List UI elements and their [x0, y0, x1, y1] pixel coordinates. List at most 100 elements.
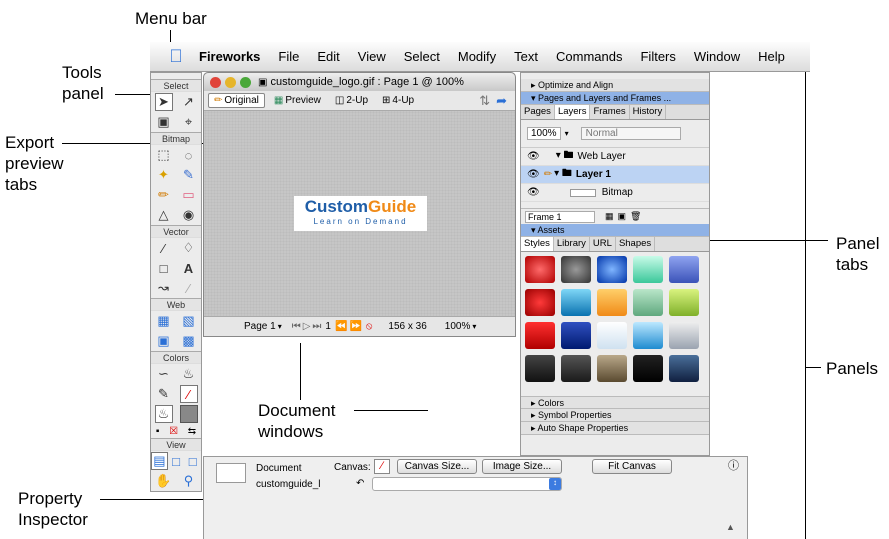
apple-icon[interactable]:  — [162, 46, 190, 67]
paint-bucket-icon[interactable]: ♨ — [180, 365, 198, 383]
style-swatch[interactable] — [525, 322, 555, 349]
close-button[interactable] — [210, 76, 221, 88]
expand-icon[interactable]: ▲ — [726, 522, 735, 532]
tab-pages[interactable]: Pages — [521, 105, 555, 119]
style-swatch[interactable] — [597, 289, 627, 316]
blend-mode-select[interactable]: Normal — [580, 127, 681, 140]
tab-preview[interactable]: ▦ Preview — [269, 94, 326, 107]
panel-auto-shape-properties[interactable]: ▸ Auto Shape Properties — [521, 422, 709, 435]
panel-colors[interactable]: ▸ Colors — [521, 396, 709, 409]
menu-filters[interactable]: Filters — [631, 49, 684, 64]
swap-colors-icon[interactable]: ⇆ — [188, 426, 196, 437]
style-swatch[interactable] — [525, 256, 555, 283]
no-color-icon[interactable]: ☒ — [169, 426, 178, 437]
style-swatch[interactable] — [669, 355, 699, 382]
magic-wand-icon[interactable]: ✦ — [155, 166, 173, 184]
tab-2up[interactable]: ◫ 2-Up — [330, 94, 373, 107]
fit-canvas-button[interactable]: Fit Canvas — [592, 459, 672, 474]
mask-icon[interactable]: ▣ — [618, 211, 627, 222]
subselect-icon[interactable]: ↗ — [180, 93, 198, 111]
slice-icon[interactable]: ▧ — [180, 312, 198, 330]
menu-select[interactable]: Select — [395, 49, 449, 64]
style-swatch[interactable] — [597, 355, 627, 382]
minimize-button[interactable] — [225, 76, 236, 88]
new-layer-icon[interactable]: ▦ — [605, 211, 614, 222]
menu-view[interactable]: View — [349, 49, 395, 64]
style-swatch[interactable] — [525, 289, 555, 316]
play-icon[interactable]: ▷ — [303, 321, 311, 332]
rectangle-icon[interactable]: □ — [155, 259, 173, 277]
chevron-down-icon[interactable]: ▾ — [565, 129, 569, 138]
panel-symbol-properties[interactable]: ▸ Symbol Properties — [521, 409, 709, 422]
canvas-size-button[interactable]: Canvas Size... — [397, 459, 477, 474]
menu-help[interactable]: Help — [749, 49, 794, 64]
style-swatch[interactable] — [633, 256, 663, 283]
hotspot-icon[interactable]: ▦ — [155, 312, 173, 330]
stroke-swatch[interactable]: ∕ — [179, 385, 198, 403]
help-icon[interactable]: ⓘ — [728, 457, 739, 473]
menu-modify[interactable]: Modify — [449, 49, 505, 64]
style-swatch[interactable] — [525, 355, 555, 382]
text-tool-icon[interactable]: A — [180, 259, 198, 277]
brush-icon[interactable]: ✎ — [180, 166, 198, 184]
eye-icon[interactable]: 👁 — [527, 187, 540, 198]
rubber-stamp-icon[interactable]: ◉ — [180, 206, 198, 224]
knife-icon[interactable]: ∕ — [180, 279, 198, 297]
panel-pages-layers[interactable]: ▾ Pages and Layers and Frames ... — [521, 92, 709, 105]
fill-swatch[interactable] — [179, 405, 198, 423]
opacity-field[interactable]: 100% — [527, 127, 561, 140]
layer-row[interactable]: 👁 ▾ 🖿 Web Layer — [521, 148, 709, 166]
style-swatch[interactable] — [669, 289, 699, 316]
style-swatch[interactable] — [597, 256, 627, 283]
menu-text[interactable]: Text — [505, 49, 547, 64]
menu-file[interactable]: File — [269, 49, 308, 64]
prev-frame-icon[interactable]: ⏪ — [335, 321, 347, 332]
frame-select[interactable]: Frame 1 — [525, 210, 595, 223]
style-swatch[interactable] — [633, 289, 663, 316]
zoom-icon[interactable]: ⚲ — [180, 472, 198, 490]
quick-export-icon[interactable]: ⇅ — [479, 93, 490, 109]
tab-original[interactable]: ✏ Original — [208, 93, 265, 108]
line-icon[interactable]: ∕ — [155, 239, 173, 257]
hand-icon[interactable]: ✋ — [155, 472, 173, 490]
fill-bucket-icon[interactable]: ♨ — [154, 405, 173, 423]
style-swatch[interactable] — [561, 289, 591, 316]
eraser-icon[interactable]: ▭ — [180, 186, 198, 204]
tab-layers[interactable]: Layers — [554, 105, 591, 119]
menu-window[interactable]: Window — [685, 49, 749, 64]
layer-row[interactable]: 👁 Bitmap — [521, 184, 709, 202]
eye-icon[interactable]: 👁 — [527, 151, 540, 162]
pen-icon[interactable]: ♢ — [180, 239, 198, 257]
next-frame-icon[interactable]: ⏩ — [349, 321, 361, 332]
panel-optimize[interactable]: ▸ Optimize and Align — [521, 79, 709, 92]
layer-row[interactable]: 👁 ✏ ▾ 🖿 Layer 1 — [521, 166, 709, 184]
style-swatch[interactable] — [561, 355, 591, 382]
tab-history[interactable]: History — [630, 105, 667, 119]
export-icon[interactable]: ➦ — [496, 93, 507, 109]
last-frame-icon[interactable]: ⏭ — [312, 321, 321, 332]
tab-frames[interactable]: Frames — [590, 105, 630, 119]
zoom-button[interactable] — [240, 76, 251, 88]
full-screen-icon[interactable]: □ — [184, 452, 201, 470]
menu-edit[interactable]: Edit — [308, 49, 348, 64]
style-swatch[interactable] — [561, 322, 591, 349]
standard-screen-icon[interactable]: ▤ — [151, 452, 168, 470]
stop-icon[interactable]: ⦸ — [366, 321, 373, 332]
canvas-area[interactable]: CustomGuide Learn on Demand — [204, 111, 515, 317]
menu-app[interactable]: Fireworks — [190, 49, 269, 64]
crop-icon[interactable]: ⌖ — [180, 113, 198, 131]
style-swatch[interactable] — [669, 322, 699, 349]
canvas-color-swatch[interactable]: ∕ — [374, 459, 390, 474]
pencil-icon[interactable]: ✏ — [155, 186, 173, 204]
image-size-button[interactable]: Image Size... — [482, 459, 562, 474]
blur-icon[interactable]: △ — [155, 206, 173, 224]
zoom-selector[interactable]: 100% — [445, 321, 471, 332]
style-swatch[interactable] — [633, 322, 663, 349]
style-swatch[interactable] — [669, 256, 699, 283]
style-swatch[interactable] — [561, 256, 591, 283]
style-swatch[interactable] — [633, 355, 663, 382]
panel-assets[interactable]: ▾ Assets — [521, 224, 709, 237]
eye-icon[interactable]: 👁 — [527, 169, 540, 180]
stroke-color-icon[interactable]: ✎ — [155, 385, 173, 403]
first-frame-icon[interactable]: ⏮ — [292, 321, 301, 332]
